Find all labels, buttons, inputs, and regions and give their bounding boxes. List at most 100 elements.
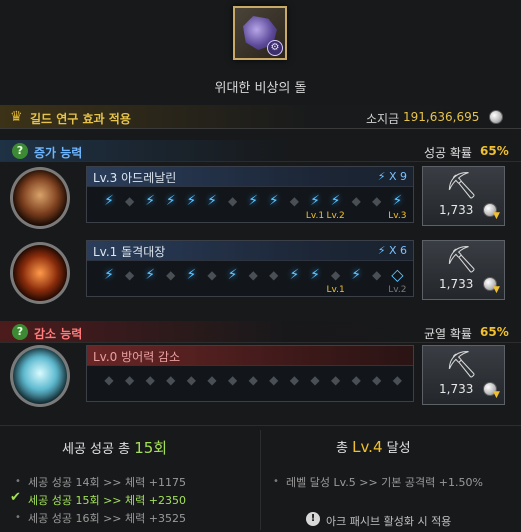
silver-coin-icon: [489, 110, 503, 124]
engraving-name: Lv.1 돌격대장: [93, 245, 166, 259]
slot-fail-icon: ◆: [330, 268, 341, 282]
slot-fail-icon: ◆: [289, 373, 299, 387]
success-count: 15회: [134, 439, 168, 457]
crack-rate-label: 균열 확률: [424, 327, 472, 341]
bullet-icon: •: [15, 476, 21, 487]
multiplier: ⚡ X 9: [378, 170, 407, 183]
slot-fail-icon: ◆: [269, 373, 279, 387]
level-total-title: 총 Lv.4 달성: [336, 437, 411, 456]
engraving-portrait-vanguard: [10, 242, 70, 304]
slot-success-icon: ⚡: [227, 267, 238, 283]
crack-rate-value: 65%: [480, 325, 509, 339]
slot-fail-icon: ◆: [227, 194, 238, 208]
slot-success-icon: ⚡: [145, 193, 156, 209]
multiplier-value: X 9: [388, 170, 407, 183]
guild-emblem-icon: ♛: [10, 109, 23, 125]
help-icon[interactable]: ?: [12, 143, 28, 159]
slot-success-icon: ⚡: [145, 267, 156, 283]
pickaxe-icon: ⛏: [445, 245, 479, 275]
slot-fail-icon: ◆: [166, 373, 176, 387]
slot-success-icon: ⚡: [207, 193, 217, 209]
slot-fail-icon: ◆: [207, 268, 217, 282]
facet-button-3[interactable]: ⛏ 1,733 ▼: [422, 345, 505, 405]
slot-level-label: Lv.2: [388, 285, 407, 295]
arrow-down-icon: ▼: [493, 211, 500, 221]
facet-button-2[interactable]: ⛏ 1,733 ▼: [422, 240, 505, 300]
facet-button-1[interactable]: ⛏ 1,733 ▼: [422, 166, 505, 226]
slot-fail-icon: ◆: [330, 373, 341, 387]
slot-fail-icon: ◆: [227, 373, 238, 387]
engraving-row-1: Lv.3 아드레날린 ⚡ X 9 ⚡ ◆ ⚡ ⚡ ⚡ ⚡ ◆ ⚡ ⚡ ◆ ⚡ Lv.1 ⚡ Lv.2 ◆ ◆ ⚡…: [86, 166, 414, 223]
slot-success-icon: ⚡: [186, 193, 197, 209]
slot-fail-icon: ◆: [124, 373, 135, 387]
slot-fail-icon: ◆: [124, 268, 135, 282]
success-rate-value: 65%: [480, 144, 509, 158]
slot-success-icon: ⚡: [268, 193, 279, 209]
slot-level-label: Lv.2: [326, 211, 345, 221]
arrow-down-icon: ▼: [493, 390, 500, 400]
slot-success-icon: ⚡: [310, 267, 320, 283]
slot-success-icon: ⚡: [330, 193, 341, 209]
slot-fail-icon: ◆: [392, 373, 402, 387]
arrow-down-icon: ▼: [493, 285, 500, 295]
money-label: 소지금: [366, 112, 400, 126]
check-icon: ✔: [10, 490, 21, 505]
slot-fail-icon: ◆: [248, 373, 258, 387]
lightning-icon: ⚡: [377, 170, 386, 183]
slot-fail-icon: ◆: [186, 373, 196, 387]
slot-fail-icon: ◆: [289, 194, 299, 208]
bonus-item: 세공 성공 14회 >> 체력 +1175: [28, 476, 186, 489]
slot-fail-icon: ◆: [351, 194, 361, 208]
multiplier: ⚡ X 6: [378, 244, 407, 257]
increase-title: 증가 능력: [34, 146, 83, 160]
success-count-title: 세공 성공 총 15회: [62, 437, 167, 458]
slot-level-label: Lv.1: [326, 285, 345, 295]
slot-fail-icon: ◆: [372, 268, 382, 282]
pickaxe-icon: ⛏: [445, 350, 479, 380]
divider: [260, 430, 261, 530]
slot-success-icon: ⚡: [104, 267, 114, 283]
title-prefix: 총: [336, 441, 348, 456]
divider: [0, 425, 521, 426]
engraving-row-3: Lv.0 방어력 감소 ◆ ◆ ◆ ◆ ◆ ◆ ◆ ◆ ◆ ◆ ◆ ◆ ◆ ◆ ◆: [86, 345, 414, 402]
engraving-name: Lv.3 아드레날린: [93, 171, 177, 185]
title-suffix: 달성: [386, 441, 411, 456]
multiplier-value: X 6: [388, 244, 407, 257]
slot-success-icon: ⚡: [351, 267, 362, 283]
slot-fail-icon: ◆: [207, 373, 217, 387]
slot-level-label: Lv.3: [388, 211, 407, 221]
slot-success-icon: ⚡: [104, 193, 114, 209]
slot-success-icon: ⚡: [186, 267, 197, 283]
facet-cost: 1,733: [439, 277, 474, 291]
slot-success-icon: ⚡: [289, 267, 300, 283]
slot-success-icon: ⚡: [310, 193, 320, 209]
lightning-icon: ⚡: [377, 244, 386, 257]
slot-fail-icon: ◆: [269, 268, 279, 282]
slot-fail-icon: ◆: [372, 194, 382, 208]
facet-cost: 1,733: [439, 382, 474, 396]
engraving-name: Lv.0 방어력 감소: [93, 350, 181, 364]
bonus-item: 세공 성공 16회 >> 체력 +3525: [28, 512, 186, 525]
slot-fail-icon: ◆: [310, 373, 320, 387]
slot-fail-icon: ◆: [124, 194, 135, 208]
help-icon[interactable]: ?: [12, 324, 28, 340]
level-bonus-item: 레벨 달성 Lv.5 >> 기본 공격력 +1.50%: [286, 476, 483, 489]
item-name: 위대한 비상의 돌: [214, 81, 307, 96]
success-rate-label: 성공 확률: [424, 146, 472, 160]
title-prefix: 세공 성공 총: [62, 442, 131, 457]
guild-effect-label: 길드 연구 효과 적용: [30, 112, 131, 126]
slot-success-icon: ⚡: [248, 193, 259, 209]
slot-next-icon: ◇: [391, 265, 404, 284]
slot-fail-icon: ◆: [372, 373, 382, 387]
slot-fail-icon: ◆: [145, 373, 155, 387]
slot-fail-icon: ◆: [351, 373, 361, 387]
slot-success-icon: ⚡: [165, 193, 176, 209]
decrease-title: 감소 능력: [34, 327, 83, 341]
engraving-portrait-adrenaline: [10, 167, 70, 229]
engraving-row-2: Lv.1 돌격대장 ⚡ X 6 ⚡ ◆ ⚡ ◆ ⚡ ◆ ⚡ ◆ ◆ ⚡ ⚡ ◆ Lv.1 ⚡ ◆ ◇ Lv.2: [86, 240, 414, 297]
ark-passive-note: 아크 패시브 활성화 시 적용: [326, 515, 452, 528]
slot-fail-icon: ◆: [248, 268, 258, 282]
money-value: 191,636,695: [403, 110, 480, 124]
pickaxe-icon: ⛏: [445, 171, 479, 201]
total-level: Lv.4: [352, 438, 383, 456]
